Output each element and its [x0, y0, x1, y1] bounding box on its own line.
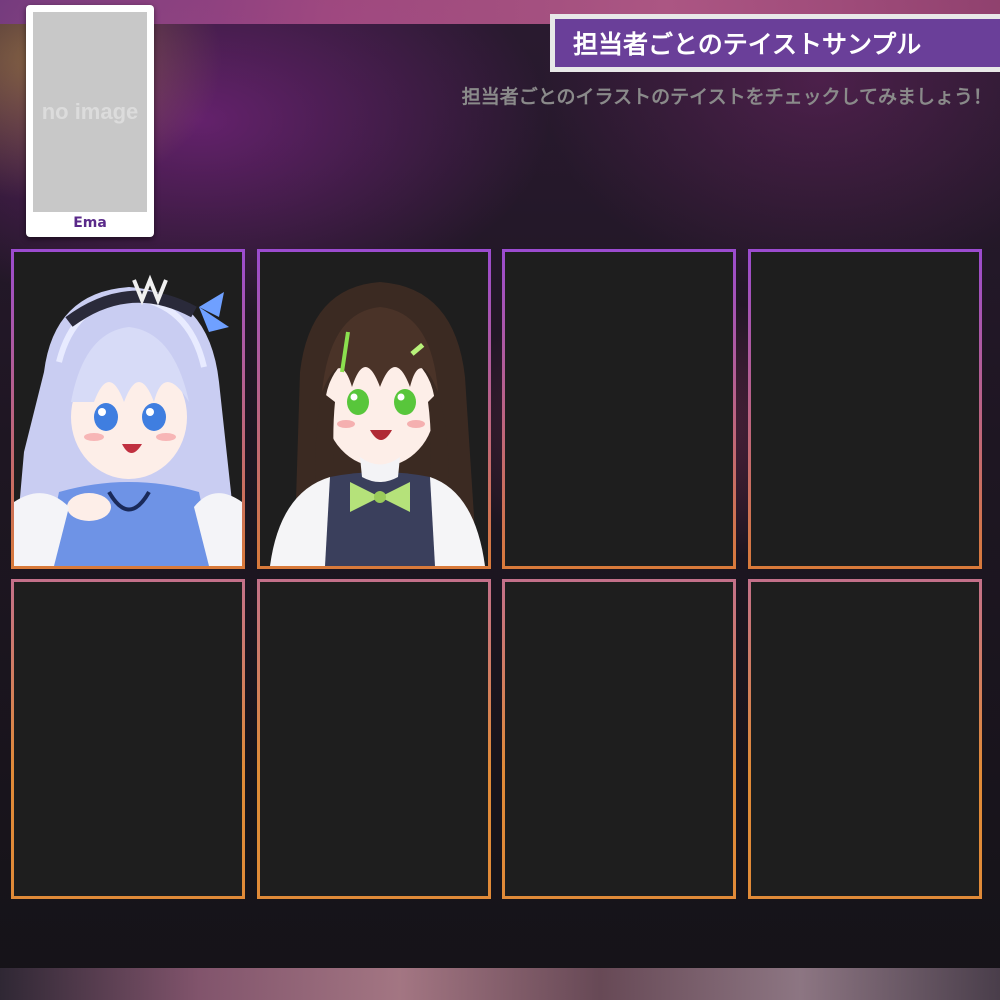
section-title: 担当者ごとのテイストサンプル	[555, 19, 1000, 67]
profile-name: Ema	[73, 215, 107, 231]
sample-tile-5[interactable]	[11, 579, 245, 899]
profile-card[interactable]: no image Ema	[26, 5, 154, 237]
profile-photo-placeholder: no image	[33, 12, 147, 212]
no-image-label: no image	[41, 99, 139, 124]
sample-tile-1[interactable]	[11, 249, 245, 569]
sample-tile-7[interactable]	[502, 579, 736, 899]
silver-haired-girl-illustration	[14, 252, 242, 566]
sample-tile-3[interactable]	[502, 249, 736, 569]
bottom-banner-strip	[0, 968, 1000, 1000]
sample-tile-2[interactable]	[257, 249, 491, 569]
sample-tile-8[interactable]	[748, 579, 982, 899]
brown-haired-girl-illustration	[260, 252, 488, 566]
section-subtitle: 担当者ごとのイラストのテイストをチェックしてみましょう！	[461, 86, 992, 108]
sample-tile-6[interactable]	[257, 579, 491, 899]
sample-tile-4[interactable]	[748, 249, 982, 569]
section-title-banner: 担当者ごとのテイストサンプル	[550, 14, 1000, 72]
